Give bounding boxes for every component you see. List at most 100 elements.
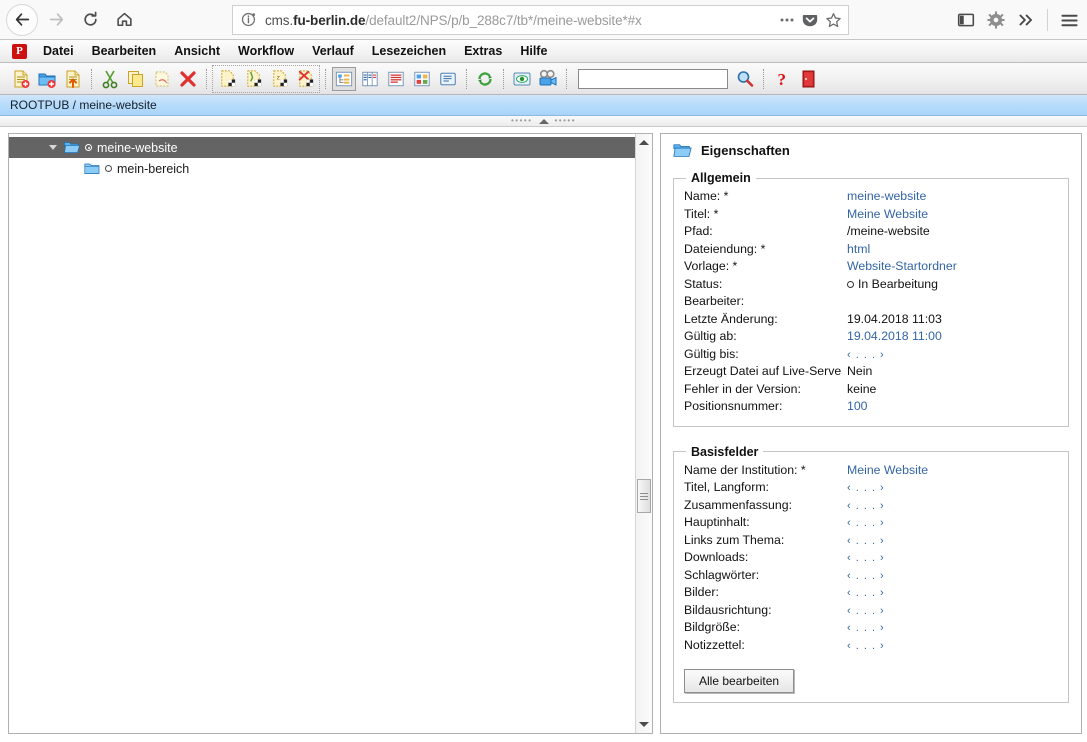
page-marker-delete-icon[interactable] — [293, 67, 317, 91]
menu-item-verlauf[interactable]: Verlauf — [303, 43, 363, 59]
upload-file-icon[interactable] — [61, 67, 85, 91]
scrollbar-thumb[interactable] — [636, 479, 651, 513]
properties-pane: Eigenschaften Allgemein Name: * meine-we… — [660, 133, 1082, 734]
toolbar-separator — [325, 68, 326, 89]
delete-icon[interactable] — [176, 67, 200, 91]
property-row-positionsnummer: Positionsnummer: 100 — [684, 399, 1058, 417]
splitter-collapse-arrow[interactable] — [538, 118, 549, 124]
property-value[interactable]: html — [847, 242, 870, 256]
menu-item-extras[interactable]: Extras — [455, 43, 511, 59]
property-value: Nein — [847, 364, 873, 378]
search-icon[interactable] — [733, 67, 757, 91]
property-value[interactable]: 100 — [847, 399, 868, 413]
property-label: Name: * — [684, 189, 729, 203]
tree-row-label: meine-website — [97, 140, 178, 155]
property-value[interactable]: ‹ . . . › — [847, 605, 885, 617]
tree-view-icon[interactable] — [332, 66, 356, 91]
property-value[interactable]: ‹ . . . › — [847, 349, 885, 361]
double-chevron-icon[interactable] — [1017, 11, 1035, 29]
menu-item-datei[interactable]: Datei — [34, 43, 83, 59]
property-value[interactable]: ‹ . . . › — [847, 640, 885, 652]
menu-item-bearbeiten[interactable]: Bearbeiten — [83, 43, 166, 59]
property-value[interactable]: ‹ . . . › — [847, 587, 885, 599]
browser-chrome: cms.fu-berlin.de/default2/NPS/p/b_288c7/… — [0, 0, 1087, 40]
property-row-titel: Titel: * Meine Website — [684, 207, 1058, 225]
property-label: Bearbeiter: — [684, 294, 745, 308]
url-bar[interactable]: cms.fu-berlin.de/default2/NPS/p/b_288c7/… — [232, 5, 849, 35]
property-row-bildgroesse: Bildgröße: ‹ . . . › — [684, 620, 1058, 638]
property-row-gueltig-bis: Gültig bis: ‹ . . . › — [684, 347, 1058, 365]
home-button[interactable] — [108, 4, 140, 36]
twisty-expanded-icon[interactable] — [49, 145, 57, 150]
table-view-icon[interactable] — [358, 67, 382, 91]
help-icon[interactable]: ? — [770, 67, 794, 91]
pane-splitter[interactable]: ••••• ••••• — [0, 116, 1087, 127]
property-label: Fehler in der Version: — [684, 381, 801, 396]
copy-icon[interactable] — [124, 67, 148, 91]
property-value[interactable]: Meine Website — [847, 463, 928, 477]
tree-scrollbar[interactable] — [635, 134, 652, 733]
gear-icon[interactable] — [987, 11, 1005, 29]
property-value[interactable]: ‹ . . . › — [847, 552, 885, 564]
page-actions-icon[interactable] — [779, 12, 795, 28]
page-marker-3-icon[interactable]: z — [267, 67, 291, 91]
property-value[interactable]: meine-website — [847, 189, 926, 203]
new-folder-icon[interactable] — [35, 67, 59, 91]
scroll-down-button[interactable] — [636, 716, 653, 733]
menu-item-lesezeichen[interactable]: Lesezeichen — [363, 43, 455, 59]
refresh-icon[interactable] — [473, 67, 497, 91]
property-value[interactable]: Website-Startordner — [847, 259, 957, 273]
logout-icon[interactable] — [796, 67, 820, 91]
menu-item-workflow[interactable]: Workflow — [229, 43, 303, 59]
pocket-icon[interactable] — [802, 12, 818, 28]
property-value[interactable]: ‹ . . . › — [847, 500, 885, 512]
property-value[interactable]: ‹ . . . › — [847, 622, 885, 634]
hamburger-menu-icon[interactable] — [1060, 11, 1079, 30]
details-view-icon[interactable] — [436, 67, 460, 91]
edit-all-button[interactable]: Alle bearbeiten — [684, 669, 795, 693]
property-label: Bilder: — [684, 585, 719, 599]
cms-logo-icon: P — [12, 43, 27, 59]
property-value[interactable]: ‹ . . . › — [847, 517, 885, 529]
list-view-icon[interactable] — [384, 67, 408, 91]
scroll-up-button[interactable] — [636, 134, 653, 151]
menu-item-ansicht[interactable]: Ansicht — [165, 43, 229, 59]
property-row-dateiendung: Dateiendung: * html — [684, 242, 1058, 260]
tile-view-icon[interactable] — [410, 67, 434, 91]
tree-row-meine-website[interactable]: meine-website — [9, 137, 635, 158]
tree-row-mein-bereich[interactable]: mein-bereich — [9, 158, 635, 179]
forward-button[interactable] — [40, 4, 72, 36]
cms-menubar: P Datei Bearbeiten Ansicht Workflow Verl… — [0, 40, 1087, 63]
property-value[interactable]: ‹ . . . › — [847, 570, 885, 582]
property-value[interactable]: 19.04.2018 11:00 — [847, 329, 942, 343]
property-label: Gültig ab: — [684, 329, 737, 343]
menu-item-hilfe[interactable]: Hilfe — [511, 43, 556, 59]
section-allgemein: Allgemein Name: * meine-website Titel: *… — [673, 171, 1069, 427]
property-label: Titel: * — [684, 206, 719, 221]
star-icon[interactable] — [825, 12, 842, 29]
reload-button[interactable] — [74, 4, 106, 36]
url-text[interactable]: cms.fu-berlin.de/default2/NPS/p/b_288c7/… — [265, 13, 779, 28]
preview-icon[interactable] — [510, 67, 534, 91]
info-icon[interactable] — [241, 11, 259, 29]
property-value[interactable]: ‹ . . . › — [847, 482, 885, 494]
property-label: Vorlage: * — [684, 259, 738, 273]
scrollbar-track[interactable] — [636, 151, 653, 716]
search-input[interactable] — [578, 68, 728, 89]
new-page-icon[interactable] — [9, 67, 33, 91]
back-button[interactable] — [6, 3, 38, 36]
property-value[interactable]: ‹ . . . › — [847, 535, 885, 547]
toolbar-separator — [206, 68, 207, 89]
property-value: /meine-website — [847, 224, 930, 238]
section-basisfelder: Basisfelder Name der Institution: * Mein… — [673, 444, 1069, 703]
page-marker-1-icon[interactable] — [215, 67, 239, 91]
page-marker-2-icon[interactable] — [241, 67, 265, 91]
paste-icon[interactable] — [150, 67, 174, 91]
publish-icon[interactable] — [536, 67, 560, 91]
property-row-vorlage: Vorlage: * Website-Startordner — [684, 259, 1058, 277]
sidebar-icon[interactable] — [957, 11, 975, 29]
cut-icon[interactable] — [98, 67, 122, 91]
property-value[interactable]: Meine Website — [847, 207, 928, 221]
property-label: Bildgröße: — [684, 620, 741, 634]
tree-row-label: mein-bereich — [117, 161, 190, 176]
